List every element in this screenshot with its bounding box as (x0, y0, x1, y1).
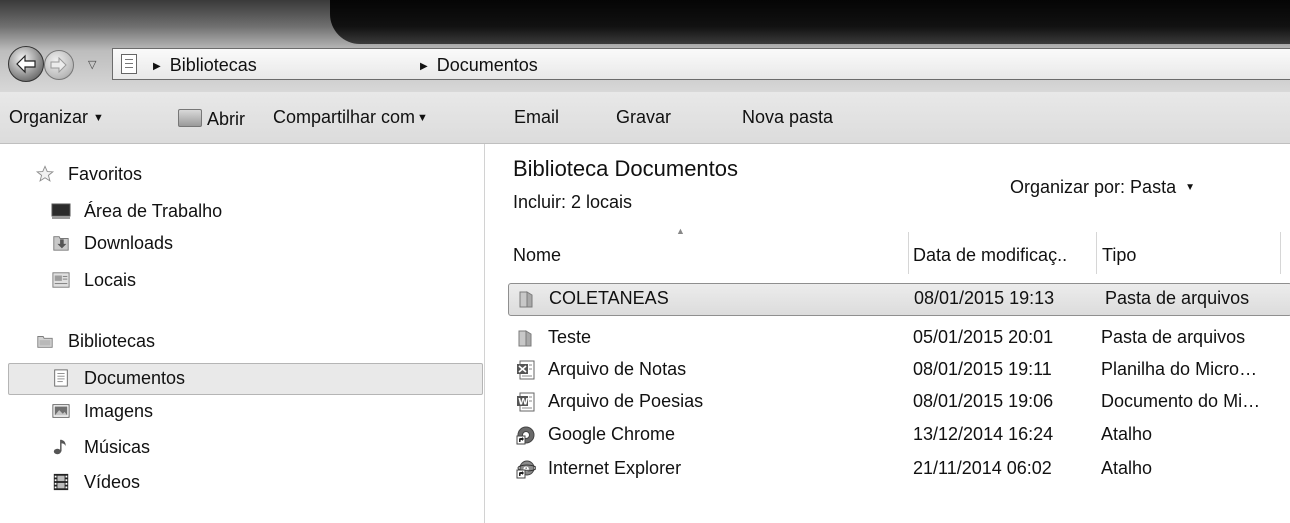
file-name: Arquivo de Notas (548, 359, 687, 379)
file-date: 13/12/2014 16:24 (913, 424, 1054, 444)
recent-places-icon (52, 272, 70, 288)
open-button[interactable]: Abrir (178, 107, 245, 130)
desktop-icon (51, 203, 71, 219)
chrome-shortcut-icon (516, 426, 535, 445)
burn-button[interactable]: Gravar (616, 107, 671, 128)
column-header-date-modified[interactable]: Data de modificaç.. (909, 232, 1097, 274)
column-header-type[interactable]: Tipo (1097, 232, 1281, 274)
file-type: Documento do Mi… (1101, 391, 1261, 411)
sidebar-selection-highlight (8, 363, 483, 395)
share-with-button[interactable]: Compartilhar com ▼ (273, 107, 428, 128)
videos-icon (53, 473, 69, 491)
file-date: 08/01/2015 19:13 (914, 288, 1055, 308)
breadcrumb-arrow-icon[interactable]: ▶ (420, 61, 428, 72)
file-type: Pasta de arquivos (1105, 288, 1250, 308)
libraries-icon (37, 336, 53, 348)
command-bar: Organizar ▼ Abrir Compartilhar com ▼ Email… (0, 92, 1290, 144)
email-button[interactable]: Email (514, 107, 559, 128)
file-name: Teste (548, 327, 592, 347)
chevron-down-icon: ▼ (93, 112, 104, 124)
file-date: 21/11/2014 06:02 (913, 458, 1052, 478)
forward-arrow-icon (50, 57, 67, 73)
word-file-icon: W (517, 392, 535, 412)
file-row[interactable]: COLETANEAS 08/01/2015 19:13 Pasta de arq… (508, 283, 1290, 316)
title-bar: ▽ ▶ Bibliotecas ▶ Documentos (0, 0, 1290, 92)
file-type: Pasta de arquivos (1101, 327, 1246, 347)
downloads-icon (53, 236, 69, 251)
organize-button[interactable]: Organizar ▼ (9, 107, 104, 128)
file-row[interactable]: W Arquivo de Poesias 08/01/2015 19:06 Do… (508, 387, 1290, 419)
chevron-down-icon: ▼ (417, 112, 428, 124)
title-bar-glass (330, 0, 1290, 44)
file-type: Planilha do Micro… (1101, 359, 1258, 379)
file-row[interactable]: Google Chrome 13/12/2014 16:24 Atalho (508, 420, 1290, 452)
back-arrow-icon (16, 54, 36, 74)
chevron-down-icon: ▼ (1185, 182, 1195, 193)
column-header-name[interactable]: Nome (508, 232, 909, 274)
file-name: Internet Explorer (548, 458, 682, 478)
music-icon (53, 439, 66, 455)
file-date: 05/01/2015 20:01 (913, 327, 1054, 347)
file-name: Arquivo de Poesias (548, 391, 704, 411)
star-icon (35, 165, 55, 182)
recent-pages-dropdown-icon[interactable]: ▽ (88, 58, 96, 71)
navigation-pane: Favoritos Área de Trabalho Downloads Loc… (0, 144, 485, 523)
file-date: 08/01/2015 19:06 (913, 391, 1054, 411)
file-type: Atalho (1101, 424, 1153, 444)
new-folder-button[interactable]: Nova pasta (742, 107, 833, 128)
arrange-by-dropdown[interactable]: Organizar por: Pasta ▼ (1010, 177, 1195, 198)
library-includes-link[interactable]: Incluir: 2 locais (513, 192, 632, 213)
library-icon (121, 54, 137, 74)
excel-file-icon (517, 360, 535, 380)
svg-text:W: W (518, 398, 528, 408)
file-type: Atalho (1101, 458, 1153, 478)
breadcrumb-documentos[interactable]: ▶ Documentos (420, 55, 538, 76)
file-row[interactable]: Teste 05/01/2015 20:01 Pasta de arquivos (508, 323, 1290, 355)
open-icon (178, 109, 202, 127)
breadcrumb-bibliotecas[interactable]: ▶ Bibliotecas (153, 55, 257, 76)
back-button[interactable] (8, 46, 44, 82)
file-name: COLETANEAS (549, 288, 669, 308)
file-row[interactable]: Arquivo de Notas 08/01/2015 19:11 Planil… (508, 355, 1290, 387)
pictures-icon (52, 404, 70, 418)
file-row[interactable]: e Internet Explorer 21/11/2014 06:02 Ata… (508, 454, 1290, 486)
library-title: Biblioteca Documentos (513, 156, 739, 181)
ie-shortcut-icon: e (516, 460, 536, 479)
address-bar[interactable]: ▶ Bibliotecas ▶ Documentos (112, 48, 1290, 80)
folder-icon (518, 330, 532, 347)
folder-icon (519, 291, 533, 308)
file-date: 08/01/2015 19:11 (913, 359, 1052, 379)
documents-icon (54, 369, 68, 387)
breadcrumb-arrow-icon[interactable]: ▶ (153, 61, 161, 72)
file-name: Google Chrome (548, 424, 676, 444)
forward-button[interactable] (44, 50, 74, 80)
